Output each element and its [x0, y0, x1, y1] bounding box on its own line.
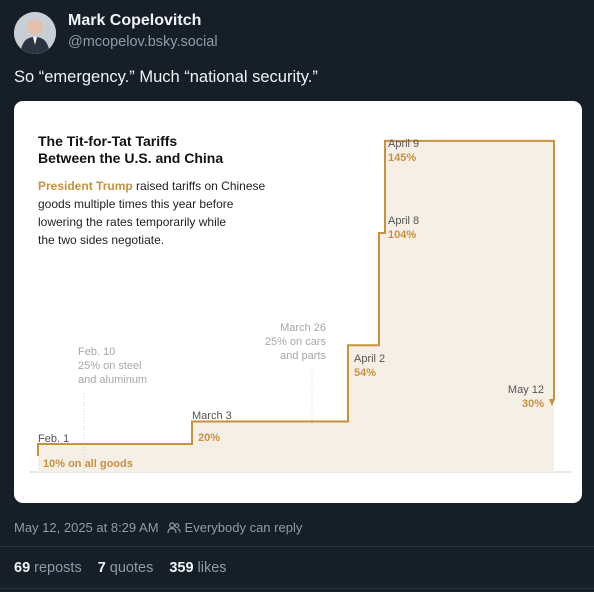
april2-date-label: April 2 [354, 353, 385, 365]
april8-value-label: 104% [388, 229, 416, 241]
may12-date-label: May 12 [508, 384, 544, 396]
post-timestamp[interactable]: May 12, 2025 at 8:29 AM [14, 520, 159, 535]
reposts-label: reposts [34, 560, 82, 576]
desc-highlight: President Trump [38, 179, 133, 193]
april9-date-label: April 9 [388, 138, 419, 150]
embedded-image[interactable]: The Tit-for-Tat Tariffs Between the U.S.… [14, 101, 582, 503]
divider [0, 588, 594, 589]
chart-desc-line2: goods multiple times this year before [38, 197, 234, 211]
march3-value-label: 20% [198, 432, 220, 444]
chart-desc-line3: lowering the rates temporarily while [38, 215, 226, 229]
avatar[interactable] [14, 12, 56, 54]
march26-date-label: March 26 [280, 322, 326, 334]
april8-date-label: April 8 [388, 215, 419, 227]
quotes-count: 7 [97, 560, 106, 576]
chart-title-line1: The Tit-for-Tat Tariffs [38, 133, 177, 149]
author-handle[interactable]: @mcopelov.bsky.social [68, 34, 218, 50]
quotes-stat[interactable]: 7 quotes [98, 560, 154, 576]
post-meta: May 12, 2025 at 8:29 AM Everybody can re… [14, 520, 302, 535]
chart-desc-line1: President Trump raised tariffs on Chines… [38, 179, 266, 193]
feb10-date-label: Feb. 10 [78, 346, 115, 358]
march26-note-line2: and parts [280, 350, 326, 362]
march26-note-line1: 25% on cars [265, 336, 327, 348]
reposts-count: 69 [14, 560, 31, 576]
engagement-stats: 69 reposts 7 quotes 359 likes [14, 560, 243, 576]
chart-desc-line4: the two sides negotiate. [38, 233, 164, 247]
reply-setting[interactable]: Everybody can reply [166, 520, 303, 535]
feb1-value-label: 10% on all goods [43, 458, 133, 470]
reposts-stat[interactable]: 69 reposts [14, 560, 82, 576]
likes-label: likes [197, 560, 227, 576]
march3-date-label: March 3 [192, 410, 232, 422]
april9-value-label: 145% [388, 152, 416, 164]
feb10-note-line1: 25% on steel [78, 360, 142, 372]
desc-line1-rest: raised tariffs on Chinese [133, 179, 266, 193]
likes-count: 359 [169, 560, 194, 576]
likes-stat[interactable]: 359 likes [169, 560, 226, 576]
author-name[interactable]: Mark Copelovitch [68, 12, 201, 30]
april2-value-label: 54% [354, 367, 376, 379]
tariff-chart: The Tit-for-Tat Tariffs Between the U.S.… [30, 133, 572, 473]
post-text: So “emergency.” Much “national security.… [14, 68, 318, 86]
feb10-note-line2: and aluminum [78, 374, 147, 386]
divider [0, 546, 594, 547]
feb1-date-label: Feb. 1 [38, 433, 69, 445]
quotes-label: quotes [109, 560, 154, 576]
reply-setting-label: Everybody can reply [184, 520, 303, 535]
post: Mark Copelovitch @mcopelov.bsky.social S… [0, 0, 594, 592]
may12-value-label: 30% [522, 398, 544, 410]
chart-title-line2: Between the U.S. and China [38, 150, 223, 166]
avatar-image [14, 12, 56, 54]
people-icon [166, 521, 181, 533]
